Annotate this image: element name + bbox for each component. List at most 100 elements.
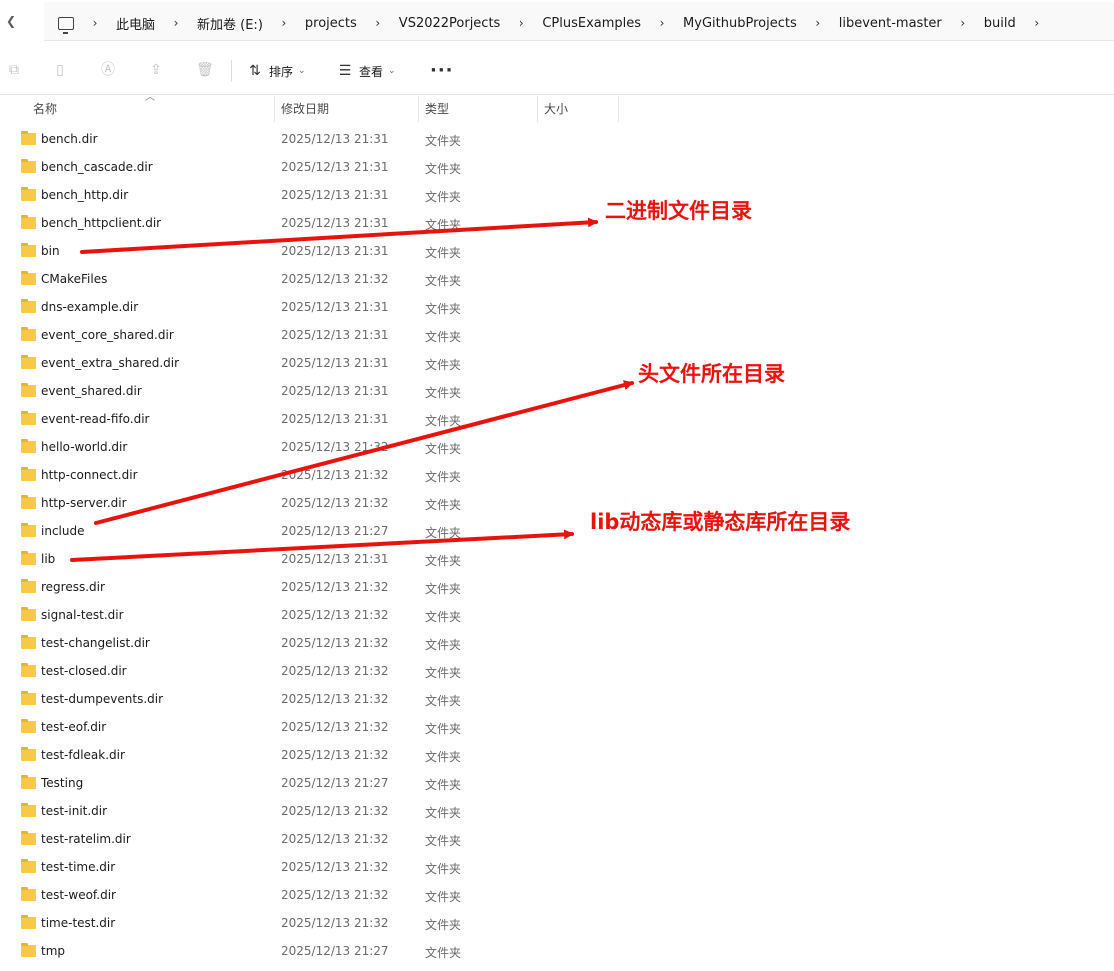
file-row[interactable]: event_extra_shared.dir 2025/12/13 21:31 文件… <box>0 350 1114 378</box>
breadcrumb-item[interactable]: libevent-master <box>833 16 948 31</box>
file-row[interactable]: regress.dir 2025/12/13 21:32 文件夹 <box>0 574 1114 602</box>
chevron-right-icon[interactable]: › <box>1022 16 1052 30</box>
folder-icon <box>21 215 36 229</box>
chevron-right-icon[interactable]: › <box>647 16 677 30</box>
breadcrumb-item[interactable]: projects <box>299 16 363 31</box>
breadcrumb-item[interactable]: CPlusExamples <box>536 16 647 31</box>
copy-icon[interactable]: ⧉ <box>6 62 22 78</box>
file-type: 文件夹 <box>425 582 462 596</box>
more-options-button[interactable]: ··· <box>430 60 454 81</box>
file-name: test-fdleak.dir <box>41 748 125 762</box>
file-date: 2025/12/13 21:32 <box>281 608 389 622</box>
file-row[interactable]: time-test.dir 2025/12/13 21:32 文件夹 <box>0 910 1114 938</box>
file-row[interactable]: CMakeFiles 2025/12/13 21:32 文件夹 <box>0 266 1114 294</box>
file-date: 2025/12/13 21:32 <box>281 580 389 594</box>
breadcrumb-item[interactable]: 新加卷 (E:) <box>191 14 269 33</box>
chevron-right-icon[interactable]: › <box>161 16 191 30</box>
sort-ascending-icon: ︿ <box>145 92 155 103</box>
file-row[interactable]: bench_httpclient.dir 2025/12/13 21:31 文件夹 <box>0 210 1114 238</box>
column-divider[interactable] <box>618 96 619 122</box>
delete-icon[interactable]: 🗑 <box>196 62 214 78</box>
file-row[interactable]: test-closed.dir 2025/12/13 21:32 文件夹 <box>0 658 1114 686</box>
file-name: test-changelist.dir <box>41 636 150 650</box>
file-row[interactable]: event_shared.dir 2025/12/13 21:31 文件夹 <box>0 378 1114 406</box>
sort-button[interactable]: ⇅ 排序 ⌄ <box>247 60 305 82</box>
file-name: http-connect.dir <box>41 468 138 482</box>
file-row[interactable]: test-init.dir 2025/12/13 21:32 文件夹 <box>0 798 1114 826</box>
file-name: test-init.dir <box>41 804 108 818</box>
breadcrumb-item[interactable]: MyGithubProjects <box>677 16 803 31</box>
paste-icon[interactable]: ▯ <box>52 62 68 78</box>
folder-icon <box>21 551 36 565</box>
file-row[interactable]: event_core_shared.dir 2025/12/13 21:31 文件夹 <box>0 322 1114 350</box>
column-divider[interactable] <box>274 96 275 122</box>
folder-icon <box>21 607 36 621</box>
file-row[interactable]: test-changelist.dir 2025/12/13 21:32 文件夹 <box>0 630 1114 658</box>
file-type: 文件夹 <box>425 722 462 736</box>
file-date: 2025/12/13 21:31 <box>281 328 389 342</box>
breadcrumb-item[interactable]: build <box>978 16 1022 31</box>
chevron-right-icon[interactable]: › <box>269 16 299 30</box>
file-row[interactable]: test-ratelim.dir 2025/12/13 21:32 文件夹 <box>0 826 1114 854</box>
file-row[interactable]: http-server.dir 2025/12/13 21:32 文件夹 <box>0 490 1114 518</box>
chevron-right-icon[interactable]: › <box>803 16 833 30</box>
column-header-size[interactable]: 大小 <box>544 96 568 122</box>
file-row[interactable]: test-time.dir 2025/12/13 21:32 文件夹 <box>0 854 1114 882</box>
file-row[interactable]: hello-world.dir 2025/12/13 21:32 文件夹 <box>0 434 1114 462</box>
file-row[interactable]: Testing 2025/12/13 21:27 文件夹 <box>0 770 1114 798</box>
file-row[interactable]: bench_http.dir 2025/12/13 21:31 文件夹 <box>0 182 1114 210</box>
file-row[interactable]: test-dumpevents.dir 2025/12/13 21:32 文件夹 <box>0 686 1114 714</box>
column-divider[interactable] <box>537 96 538 122</box>
chevron-right-icon[interactable]: › <box>80 16 110 30</box>
file-row[interactable]: tmp 2025/12/13 21:27 文件夹 <box>0 938 1114 966</box>
column-divider[interactable] <box>418 96 419 122</box>
file-row[interactable]: dns-example.dir 2025/12/13 21:31 文件夹 <box>0 294 1114 322</box>
file-row[interactable]: bin 2025/12/13 21:31 文件夹 <box>0 238 1114 266</box>
file-row[interactable]: include 2025/12/13 21:27 文件夹 <box>0 518 1114 546</box>
annotation-include-note: 头文件所在目录 <box>638 362 785 386</box>
file-row[interactable]: http-connect.dir 2025/12/13 21:32 文件夹 <box>0 462 1114 490</box>
chevron-right-icon[interactable]: › <box>506 16 536 30</box>
file-row[interactable]: test-weof.dir 2025/12/13 21:32 文件夹 <box>0 882 1114 910</box>
file-row[interactable]: bench.dir 2025/12/13 21:31 文件夹 <box>0 126 1114 154</box>
column-header-name[interactable]: 名称 <box>33 96 57 122</box>
file-date: 2025/12/13 21:31 <box>281 356 389 370</box>
folder-icon <box>21 355 36 369</box>
file-row[interactable]: test-eof.dir 2025/12/13 21:32 文件夹 <box>0 714 1114 742</box>
folder-icon <box>21 383 36 397</box>
file-row[interactable]: bench_cascade.dir 2025/12/13 21:31 文件夹 <box>0 154 1114 182</box>
file-name: bench.dir <box>41 132 98 146</box>
file-date: 2025/12/13 21:32 <box>281 440 389 454</box>
folder-icon <box>21 159 36 173</box>
chevron-right-icon[interactable]: › <box>363 16 393 30</box>
folder-icon <box>21 635 36 649</box>
file-name: test-weof.dir <box>41 888 116 902</box>
rename-icon[interactable]: Ⓐ <box>100 62 116 78</box>
file-row[interactable]: signal-test.dir 2025/12/13 21:32 文件夹 <box>0 602 1114 630</box>
breadcrumb: › 此电脑 › 新加卷 (E:) › projects › VS2022Porj… <box>58 0 1052 46</box>
file-name: test-ratelim.dir <box>41 832 131 846</box>
file-name: regress.dir <box>41 580 105 594</box>
file-type: 文件夹 <box>425 610 462 624</box>
folder-icon <box>21 243 36 257</box>
file-type: 文件夹 <box>425 274 462 288</box>
breadcrumb-item[interactable]: 此电脑 <box>110 14 161 33</box>
column-header-modified[interactable]: 修改日期 <box>281 96 329 122</box>
folder-icon <box>21 439 36 453</box>
file-name: test-closed.dir <box>41 664 127 678</box>
chevron-right-icon[interactable]: › <box>948 16 978 30</box>
column-header-type[interactable]: 类型 <box>425 96 449 122</box>
view-button[interactable]: ☰ 查看 ⌄ <box>337 60 396 82</box>
share-icon[interactable]: ⇪ <box>148 62 164 78</box>
sort-label: 排序 <box>269 64 294 79</box>
file-row[interactable]: lib 2025/12/13 21:31 文件夹 <box>0 546 1114 574</box>
file-type: 文件夹 <box>425 330 462 344</box>
computer-icon[interactable] <box>58 16 74 34</box>
file-row[interactable]: test-fdleak.dir 2025/12/13 21:32 文件夹 <box>0 742 1114 770</box>
breadcrumb-item[interactable]: VS2022Porjects <box>393 16 507 31</box>
file-list: bench.dir 2025/12/13 21:31 文件夹 bench_cascad… <box>0 126 1114 966</box>
folder-icon <box>21 495 36 509</box>
file-row[interactable]: event-read-fifo.dir 2025/12/13 21:31 文件夹 <box>0 406 1114 434</box>
file-date: 2025/12/13 21:32 <box>281 860 389 874</box>
chevron-left-icon[interactable]: ❮ <box>6 14 16 28</box>
